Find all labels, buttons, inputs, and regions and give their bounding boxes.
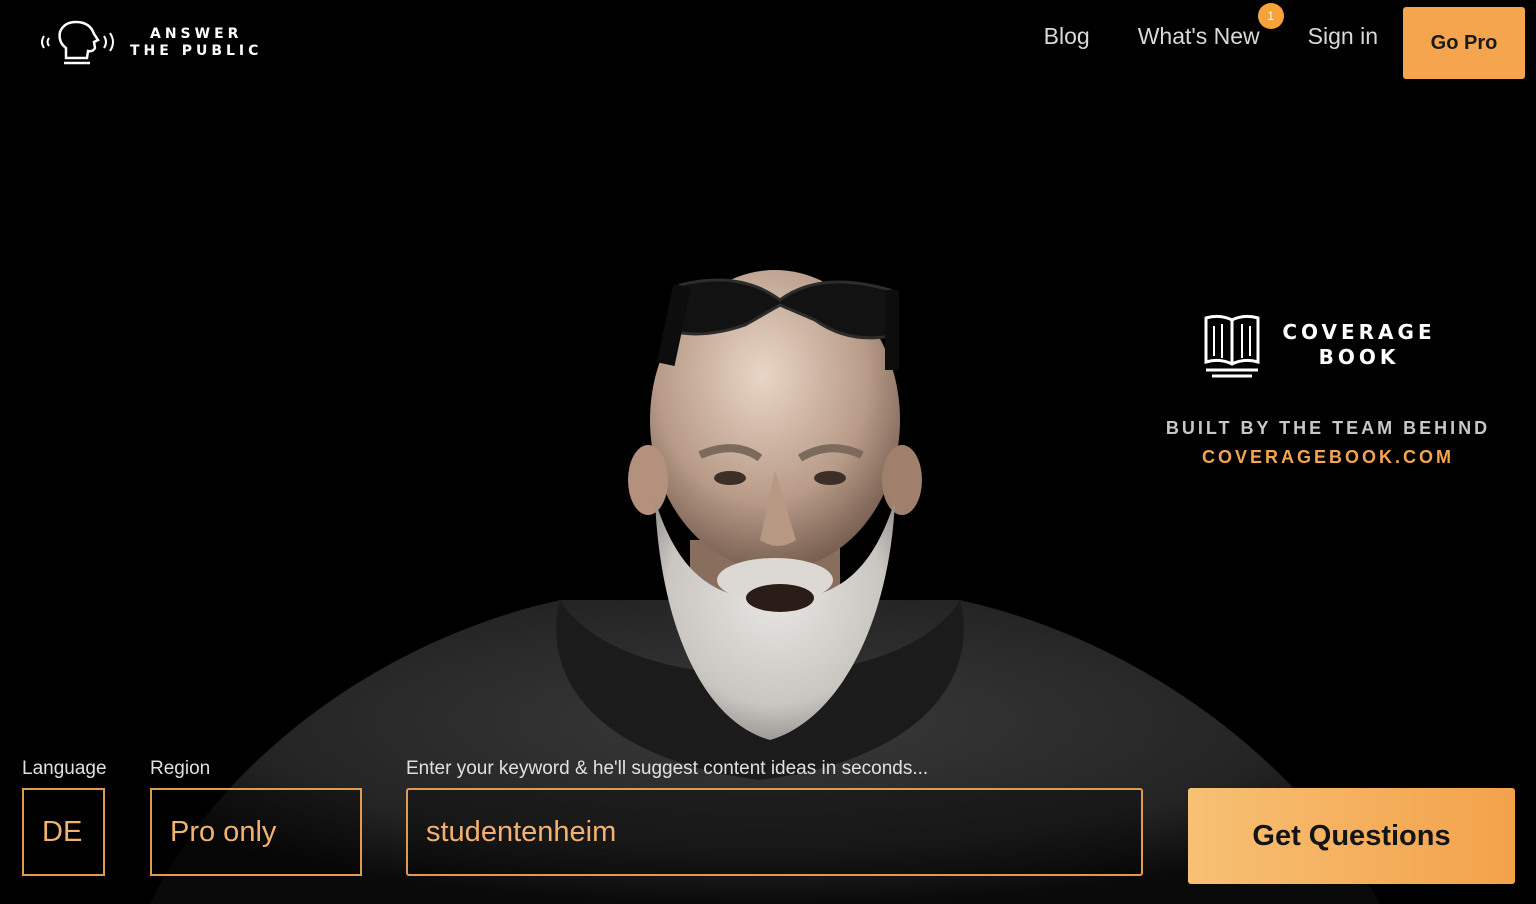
top-nav: Blog What's New 1 Sign in Go Pro: [1044, 0, 1536, 80]
answer-the-public-logo[interactable]: ANSWER THE PUBLIC: [38, 18, 262, 68]
open-book-icon: [1204, 314, 1260, 378]
language-value: DE: [42, 815, 83, 848]
region-label: Region: [150, 758, 211, 779]
get-questions-button[interactable]: Get Questions: [1188, 788, 1515, 884]
keyword-input[interactable]: [406, 788, 1143, 876]
nav-blog-link[interactable]: Blog: [1044, 23, 1090, 50]
logo-wordmark: ANSWER THE PUBLIC: [130, 26, 262, 60]
region-select[interactable]: Pro only: [150, 788, 362, 876]
language-select[interactable]: DE: [22, 788, 105, 876]
language-label: Language: [22, 758, 107, 779]
coverage-book-line-1: COVERAGE: [1282, 320, 1436, 344]
logo-line-1: ANSWER: [150, 26, 243, 42]
speaking-head-icon: [41, 20, 114, 65]
built-by-text: BUILT BY THE TEAM BEHIND: [1165, 418, 1491, 438]
coverage-book-sponsor: COVERAGE BOOK BUILT BY THE TEAM BEHIND C…: [1150, 312, 1506, 468]
coverage-book-wordmark: COVERAGE BOOK: [1282, 320, 1435, 370]
nav-sign-in-link[interactable]: Sign in: [1308, 23, 1378, 50]
region-value: Pro only: [170, 815, 277, 848]
nav-whats-new-link[interactable]: What's New 1: [1137, 2, 1284, 50]
keyword-label: Enter your keyword & he'll suggest conte…: [406, 758, 929, 779]
coverage-book-logo[interactable]: COVERAGE BOOK: [1132, 312, 1506, 378]
coverage-book-link[interactable]: COVERAGEBOOK.COM: [1202, 447, 1454, 468]
notification-badge: 1: [1257, 2, 1284, 29]
nav-whats-new-label: What's New: [1137, 22, 1260, 49]
go-pro-button[interactable]: Go Pro: [1403, 7, 1525, 79]
logo-line-2: THE PUBLIC: [130, 43, 263, 59]
coverage-book-line-2: BOOK: [1318, 345, 1400, 369]
